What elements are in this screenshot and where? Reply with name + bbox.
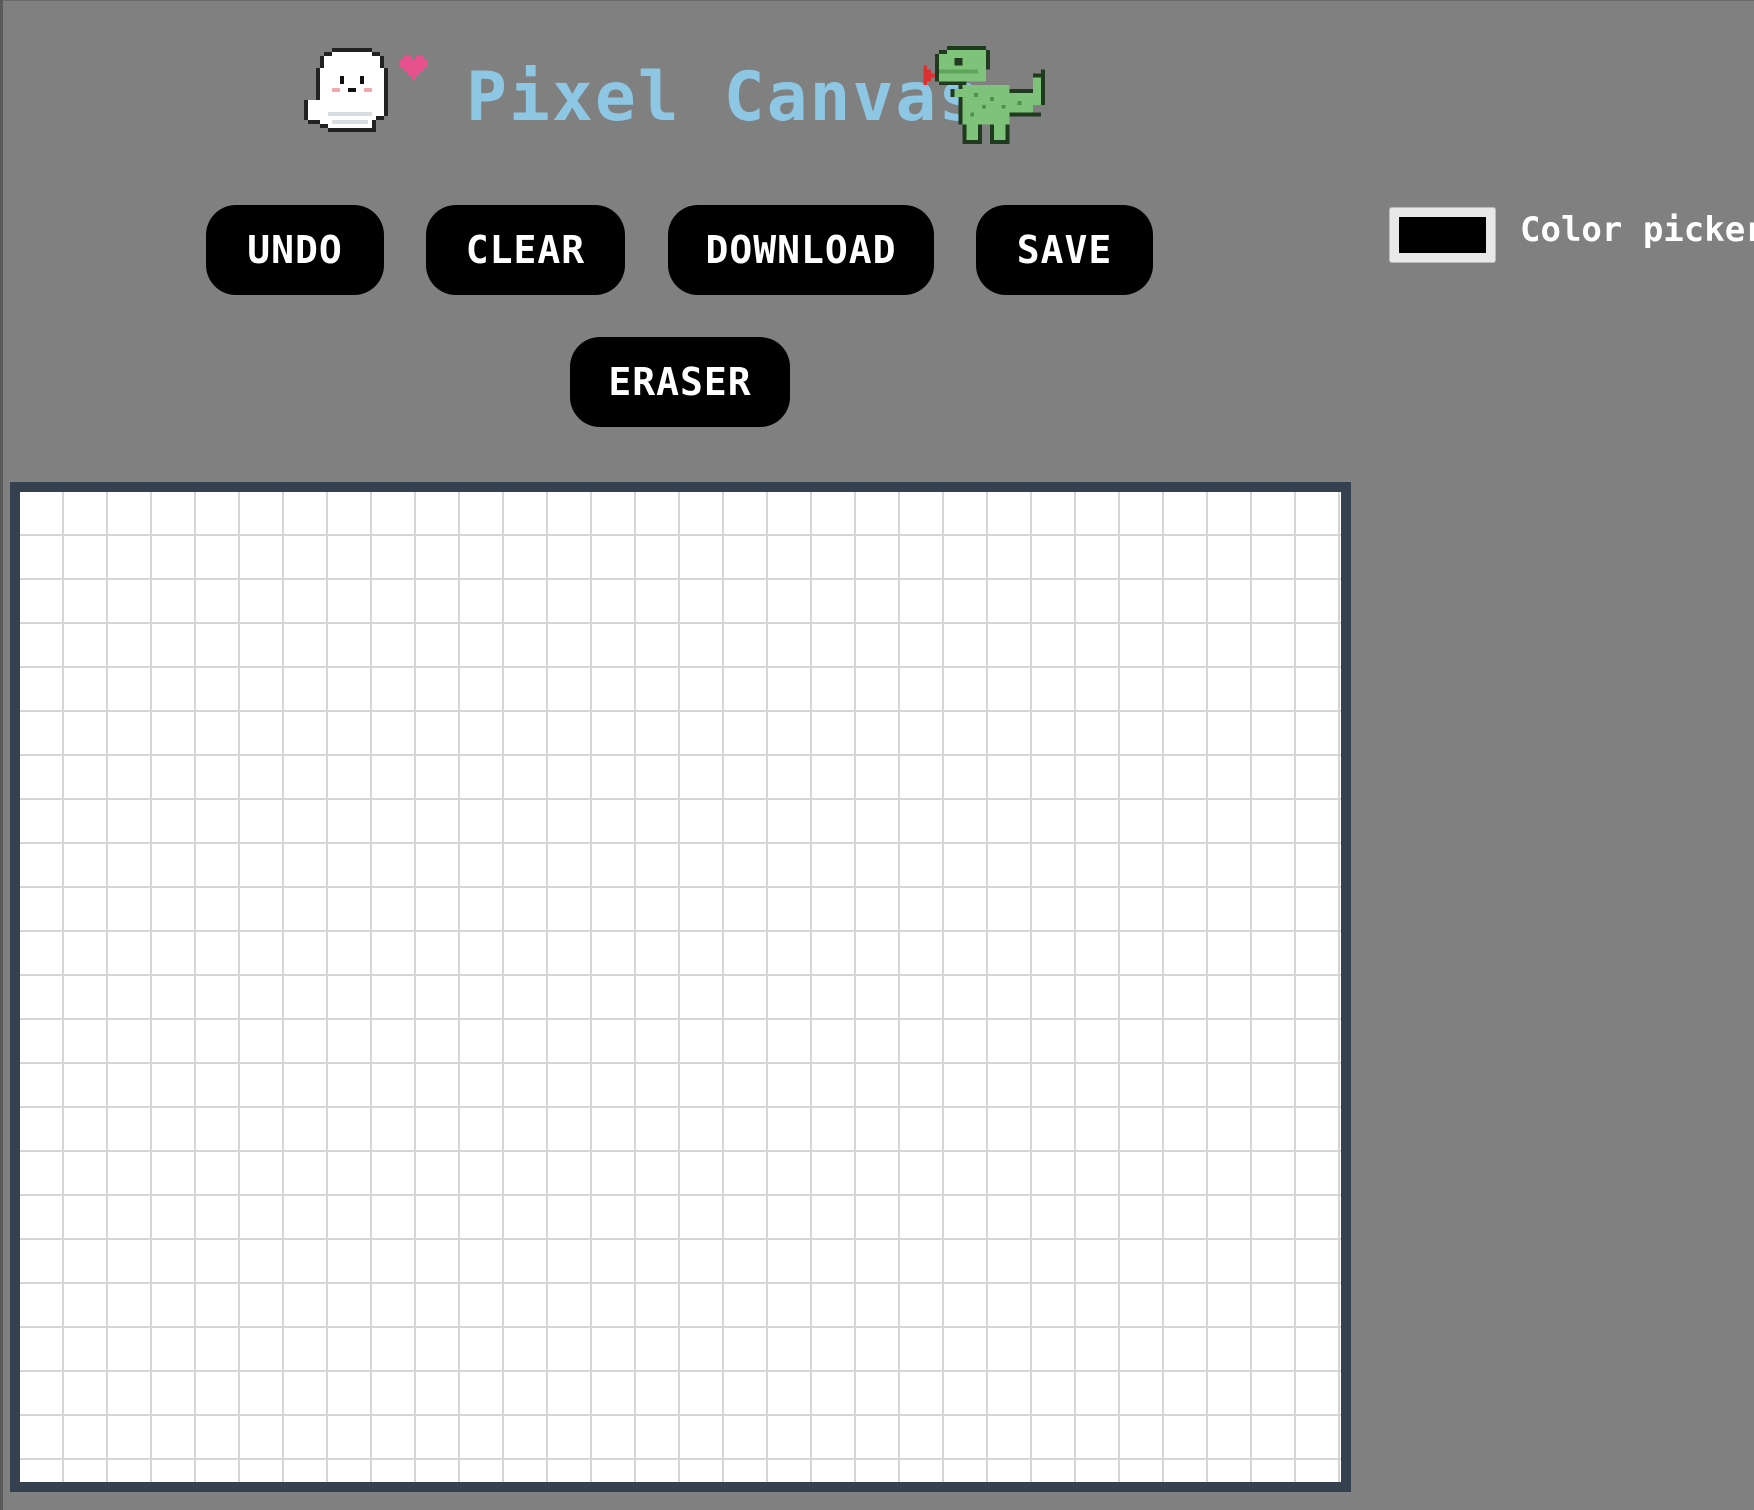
color-picker-input[interactable] bbox=[1389, 207, 1496, 263]
ghost-with-heart-icon bbox=[304, 48, 428, 132]
window-top-edge bbox=[0, 0, 1754, 1]
canvas-frame bbox=[10, 482, 1351, 1492]
eraser-button[interactable]: ERASER bbox=[570, 337, 790, 427]
dinosaur-icon bbox=[923, 46, 1045, 144]
clear-button[interactable]: CLEAR bbox=[426, 205, 625, 295]
color-picker-label: Color picker bbox=[1520, 210, 1754, 250]
color-swatch-fill bbox=[1399, 217, 1486, 253]
download-button[interactable]: DOWNLOAD bbox=[668, 205, 934, 295]
pixel-canvas-grid[interactable] bbox=[20, 492, 1341, 1482]
save-button[interactable]: SAVE bbox=[976, 205, 1153, 295]
page-title: Pixel Canvas bbox=[466, 58, 982, 137]
undo-button[interactable]: UNDO bbox=[206, 205, 384, 295]
window-left-edge bbox=[0, 0, 3, 1510]
